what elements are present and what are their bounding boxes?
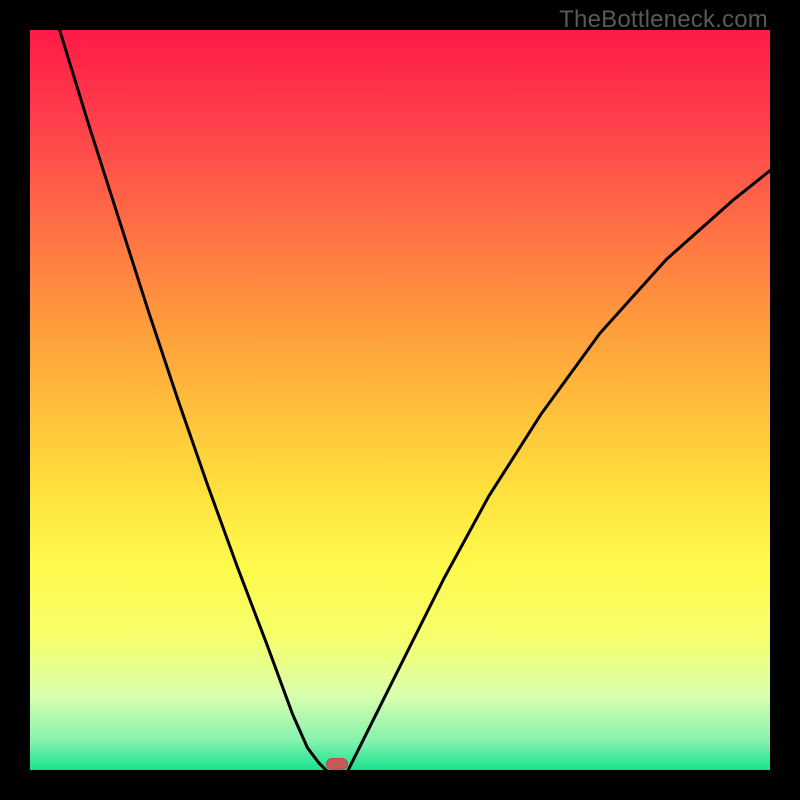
bottleneck-curve <box>30 30 770 770</box>
curve-right-branch <box>348 171 770 770</box>
curve-left-branch <box>60 30 326 770</box>
optimum-marker <box>326 758 348 770</box>
plot-area <box>30 30 770 770</box>
chart-frame: TheBottleneck.com <box>0 0 800 800</box>
